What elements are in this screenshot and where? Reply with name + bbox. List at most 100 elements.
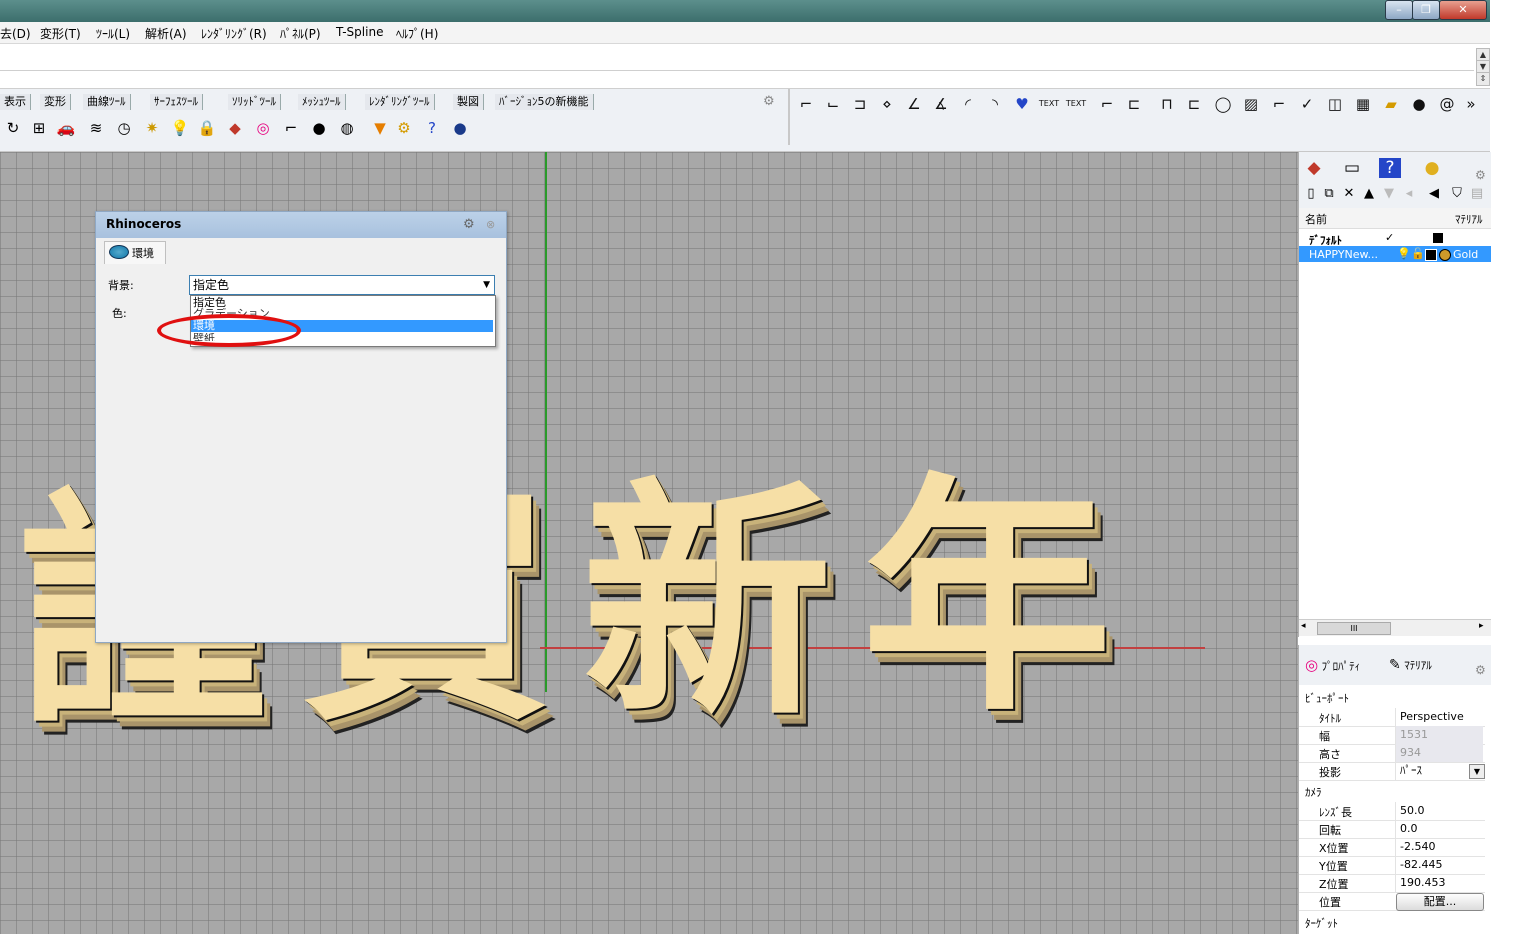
help-icon[interactable]: ?: [422, 118, 442, 138]
text-icon[interactable]: TEXT: [1038, 93, 1060, 115]
tab-drafting[interactable]: 製図: [453, 94, 484, 110]
layers-tab-icon[interactable]: ◆: [1301, 156, 1327, 180]
dim-horizontal-icon[interactable]: ⌐: [795, 93, 817, 115]
x-position-field[interactable]: -2.540: [1395, 838, 1483, 856]
z-position-field[interactable]: 190.453: [1395, 874, 1483, 892]
zebra-icon[interactable]: ≋: [86, 118, 106, 138]
command-area[interactable]: ▲ ▼ ⇕: [0, 44, 1490, 89]
sun-icon[interactable]: ✷: [142, 118, 162, 138]
car-icon[interactable]: 🚗: [56, 118, 76, 138]
gear-icon[interactable]: ⚙: [1475, 663, 1486, 677]
close-icon[interactable]: ⊗: [486, 218, 495, 231]
menu-render[interactable]: ﾚﾝﾀﾞﾘﾝｸﾞ(R): [201, 25, 267, 42]
lens-field[interactable]: 50.0: [1395, 802, 1483, 820]
spotlight-icon[interactable]: ▼: [370, 118, 390, 138]
grid-icon[interactable]: ⊞: [29, 118, 49, 138]
display-tab-icon[interactable]: ▭: [1339, 156, 1365, 180]
menu-panels[interactable]: ﾊﾟﾈﾙ(P): [280, 25, 321, 42]
minimize-button[interactable]: –: [1385, 0, 1413, 20]
bulb-icon[interactable]: 💡: [170, 118, 190, 138]
dot-icon[interactable]: ⌐: [1096, 93, 1118, 115]
clip-icon[interactable]: ⊏: [1183, 93, 1205, 115]
layer-color-swatch[interactable]: [1425, 249, 1437, 261]
menu-transform[interactable]: 変形(T): [40, 25, 81, 42]
tab-render-tools[interactable]: ﾚﾝﾀﾞﾘﾝｸﾞﾂｰﾙ: [365, 94, 435, 110]
tools-icon[interactable]: ▤: [1469, 186, 1485, 202]
check-icon[interactable]: ✓: [1296, 93, 1318, 115]
menu-tools[interactable]: ﾂｰﾙ(L): [96, 25, 130, 42]
sphere-icon[interactable]: ●: [309, 118, 329, 138]
tab-display[interactable]: 表示: [0, 94, 31, 110]
box-icon[interactable]: ◫: [1324, 93, 1346, 115]
tab-solid-tools[interactable]: ｿﾘｯﾄﾞﾂｰﾙ: [228, 94, 281, 110]
make2d-icon[interactable]: ⊓: [1156, 93, 1178, 115]
restore-button[interactable]: ❐: [1412, 0, 1440, 20]
tab-material[interactable]: ✎ ﾏﾃﾘｱﾙ: [1389, 650, 1432, 680]
gear-icon[interactable]: ⚙: [1475, 168, 1486, 182]
light-tab-icon[interactable]: ●: [1419, 156, 1445, 180]
dim-ordinate-icon[interactable]: ∡: [930, 93, 952, 115]
expand-icon[interactable]: ⇕: [1476, 72, 1490, 86]
move-parent-icon[interactable]: ◂: [1401, 186, 1417, 202]
menu-item[interactable]: 去(D): [0, 25, 31, 42]
folder-icon[interactable]: ▰: [1380, 93, 1402, 115]
tab-mesh-tools[interactable]: ﾒｯｼｭﾂｰﾙ: [298, 94, 346, 110]
scroll-right-icon[interactable]: ▸: [1479, 621, 1484, 631]
layer-row-selected[interactable]: HAPPYNew... 💡 🔓 Gold: [1299, 246, 1491, 262]
tab-v5-new[interactable]: ﾊﾞｰｼﾞｮﾝ5の新機能: [495, 94, 594, 110]
table-icon[interactable]: ▦: [1352, 93, 1374, 115]
new-layer-icon[interactable]: ▯: [1303, 186, 1319, 202]
tab-environment[interactable]: 環境: [104, 241, 166, 264]
more-icon[interactable]: »: [1460, 93, 1482, 115]
hatch-icon[interactable]: ⊏: [1123, 93, 1145, 115]
gear-icon[interactable]: ⚙: [463, 217, 475, 232]
menu-help[interactable]: ﾍﾙﾌﾟ(H): [396, 25, 438, 42]
close-button[interactable]: ✕: [1439, 0, 1487, 20]
hatch-pattern-icon[interactable]: ▨: [1240, 93, 1262, 115]
new-sublayer-icon[interactable]: ⧉: [1321, 186, 1337, 202]
dim-angle-icon[interactable]: ∠: [903, 93, 925, 115]
tab-surface-tools[interactable]: ｻｰﾌｪｽﾂｰﾙ: [150, 94, 203, 110]
layer-color-swatch[interactable]: [1433, 233, 1443, 243]
rotate-icon[interactable]: ↻: [3, 118, 23, 138]
dim-vertical-icon[interactable]: ⌙: [822, 93, 844, 115]
title-field[interactable]: Perspective: [1395, 708, 1483, 726]
ball-icon[interactable]: ●: [1408, 93, 1430, 115]
spiral-icon[interactable]: @: [1436, 93, 1458, 115]
background-select[interactable]: 指定色 ▼: [189, 275, 495, 295]
tab-transform[interactable]: 変形: [40, 94, 71, 110]
dim-radius-icon[interactable]: ◜: [957, 93, 979, 115]
move-down-icon[interactable]: ▼: [1381, 186, 1397, 202]
move-left-icon[interactable]: ◀: [1426, 186, 1442, 202]
chevron-down-icon[interactable]: ▼: [1469, 764, 1485, 779]
edit-text-icon[interactable]: ⌐: [1268, 93, 1290, 115]
curve-icon[interactable]: ⌐: [281, 118, 301, 138]
tab-properties[interactable]: ◎ ﾌﾟﾛﾊﾟﾃｨ: [1305, 650, 1360, 680]
lock-icon[interactable]: 🔒: [197, 118, 217, 138]
horizontal-scrollbar[interactable]: ◂ III ▸: [1299, 619, 1491, 636]
lock-icon[interactable]: 🔓: [1411, 247, 1425, 260]
menu-tspline[interactable]: T-Spline: [336, 25, 383, 39]
leader-icon[interactable]: ♥: [1011, 93, 1033, 115]
settings-gear-icon[interactable]: ⚙: [394, 118, 414, 138]
scroll-left-icon[interactable]: ◂: [1301, 621, 1306, 631]
gear-icon[interactable]: ⚙: [763, 94, 775, 109]
delete-icon[interactable]: ✕: [1341, 186, 1357, 202]
scroll-thumb[interactable]: III: [1317, 622, 1391, 635]
layer-row[interactable]: ﾃﾞﾌｫﾙﾄ ✓: [1299, 230, 1491, 247]
tab-curve-tools[interactable]: 曲線ﾂｰﾙ: [83, 94, 131, 110]
layers-icon[interactable]: ◆: [225, 118, 245, 138]
filter-icon[interactable]: ⛉: [1449, 186, 1465, 202]
move-up-icon[interactable]: ▲: [1361, 186, 1377, 202]
clock-icon[interactable]: ◷: [114, 118, 134, 138]
place-button[interactable]: 配置...: [1396, 893, 1484, 911]
menu-analyze[interactable]: 解析(A): [145, 25, 187, 42]
dim-diameter-icon[interactable]: ◝: [984, 93, 1006, 115]
bulb-icon[interactable]: 💡: [1397, 247, 1411, 260]
dim-aligned-icon[interactable]: ⊐: [849, 93, 871, 115]
color-wheel-icon[interactable]: ◎: [253, 118, 273, 138]
sphere-wire-icon[interactable]: ◍: [337, 118, 357, 138]
rotation-field[interactable]: 0.0: [1395, 820, 1483, 838]
render-sphere-icon[interactable]: ●: [450, 118, 470, 138]
annotation-icon[interactable]: ◯: [1212, 93, 1234, 115]
